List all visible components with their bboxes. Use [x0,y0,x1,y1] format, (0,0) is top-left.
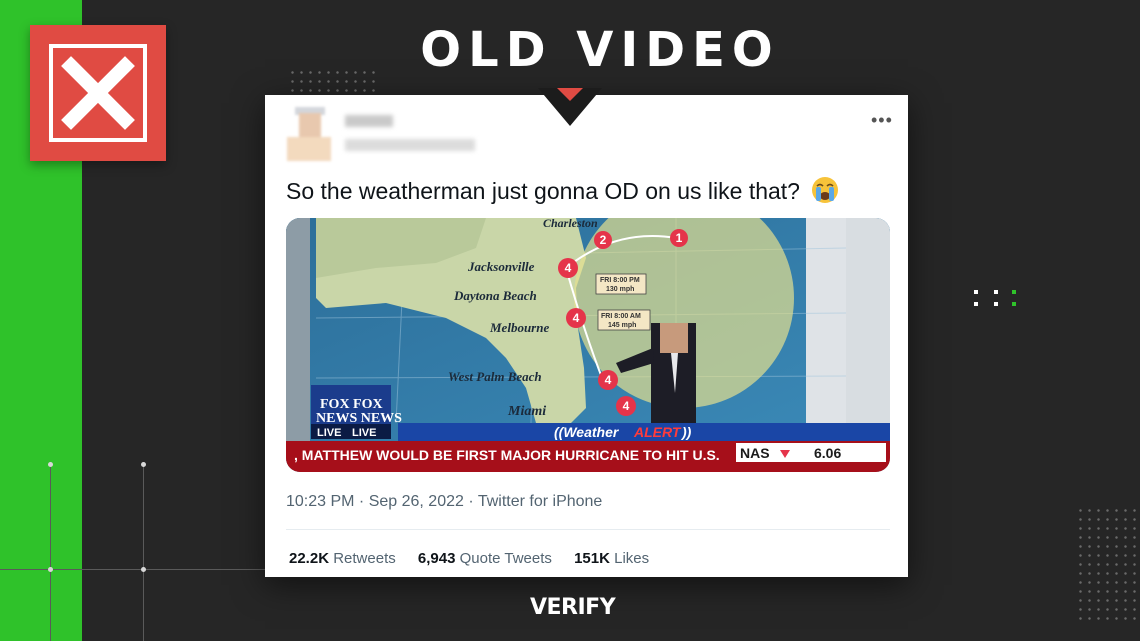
retweets-stat[interactable]: 22.2K Retweets [289,550,396,567]
decorative-node [48,462,53,467]
svg-text:6.06: 6.06 [814,445,841,461]
decorative-dots [970,290,1020,310]
svg-text:130 mph: 130 mph [606,286,634,293]
svg-text:)): )) [680,424,692,440]
pointer-accent [557,88,583,101]
svg-text:145 mph: 145 mph [608,322,636,329]
handle-blurred[interactable] [345,139,475,151]
svg-text:Daytona Beach: Daytona Beach [453,288,537,303]
decorative-line [0,569,265,570]
decorative-dot-grid [1076,506,1140,626]
decorative-line [143,465,144,641]
svg-text:1: 1 [676,231,683,245]
decorative-dot-grid [288,68,380,94]
svg-text:4: 4 [623,399,630,413]
divider [286,529,890,530]
svg-text:Jacksonville: Jacksonville [467,259,535,274]
tweet-stats: 22.2K Retweets 6,943 Quote Tweets 151K L… [289,550,649,567]
quote-tweets-stat[interactable]: 6,943 Quote Tweets [418,550,552,567]
likes-stat[interactable]: 151K Likes [574,550,649,567]
svg-text:FRI 8:00 PM: FRI 8:00 PM [600,277,640,284]
svg-text:FRI 8:00 AM: FRI 8:00 AM [601,313,641,320]
svg-text:Melbourne: Melbourne [489,320,549,335]
svg-text:4: 4 [605,373,612,387]
tweet-text-body: So the weatherman just gonna OD on us li… [286,178,800,204]
crying-face-emoji [812,177,839,203]
svg-text:NEWS NEWS: NEWS NEWS [316,411,402,426]
x-mark-icon [30,25,166,161]
page-title: OLD VIDEO [420,22,780,78]
decorative-line [50,465,51,641]
svg-text:4: 4 [573,311,580,325]
svg-text:2: 2 [600,233,607,247]
tweet-video[interactable]: Charleston Jacksonville Daytona Beach Me… [286,218,890,472]
decorative-node [141,567,146,572]
svg-text:Miami: Miami [507,404,546,419]
svg-text:((Weather: ((Weather [554,424,620,440]
avatar[interactable] [287,107,331,163]
svg-text:LIVE: LIVE [352,427,376,439]
more-dots-icon[interactable]: ••• [871,110,893,131]
decorative-node [48,567,53,572]
svg-text:West Palm Beach: West Palm Beach [448,369,542,384]
svg-text:LIVE: LIVE [317,427,341,439]
tweet-timestamp[interactable]: 10:23 PM · Sep 26, 2022 · Twitter for iP… [286,493,602,511]
verify-logo: VERIFY [530,595,616,620]
display-name-blurred[interactable] [345,115,393,127]
svg-text:NAS: NAS [740,445,770,461]
svg-text:Charleston: Charleston [543,218,598,230]
tweet-text: So the weatherman just gonna OD on us li… [286,175,840,205]
tweet-card: ••• So the weatherman just gonna OD on u… [265,95,908,577]
svg-text:ALERT: ALERT [633,424,682,440]
svg-text:4: 4 [565,261,572,275]
svg-text:, MATTHEW WOULD BE FIRST MAJOR: , MATTHEW WOULD BE FIRST MAJOR HURRICANE… [294,447,720,463]
decorative-node [141,462,146,467]
svg-text:FOX FOX: FOX FOX [320,397,383,412]
verify-brand-text: VERIFY [530,595,616,620]
